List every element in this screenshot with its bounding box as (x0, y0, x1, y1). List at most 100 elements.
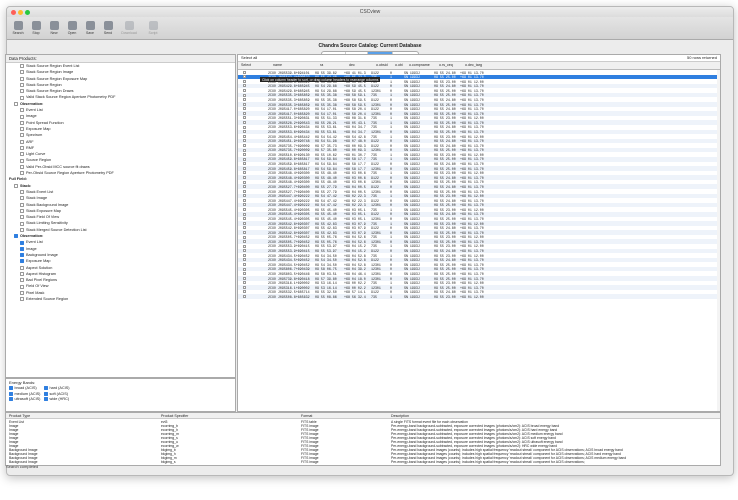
tree-checkbox[interactable] (20, 271, 24, 276)
row-select-checkbox[interactable] (243, 235, 246, 239)
energy-band-item[interactable]: broad (ACIS) (9, 386, 44, 390)
close-window-button[interactable] (11, 9, 16, 15)
row-select-checkbox[interactable] (243, 153, 246, 157)
row-select-checkbox[interactable] (243, 148, 246, 152)
tree-checkbox[interactable] (20, 95, 24, 100)
row-select-checkbox[interactable] (243, 75, 246, 79)
column-header-o-obsid[interactable]: o.obsid (376, 63, 388, 67)
tree-checkbox[interactable] (20, 240, 24, 245)
tree-checkbox[interactable] (20, 164, 24, 169)
row-select-checkbox[interactable] (243, 175, 246, 179)
tree-checkbox[interactable] (20, 158, 24, 163)
energy-band-item[interactable]: hard (ACIS) (44, 386, 79, 390)
tree-checkbox[interactable] (20, 227, 24, 232)
energy-band-item[interactable]: soft (ACIS) (44, 391, 79, 396)
tree-checkbox[interactable] (14, 101, 18, 106)
row-select-checkbox[interactable] (243, 290, 246, 294)
products-column-header[interactable]: Description (391, 414, 409, 418)
energy-band-checkbox[interactable] (9, 391, 13, 396)
row-select-checkbox[interactable] (243, 139, 246, 143)
zoom-window-button[interactable] (25, 9, 30, 15)
row-select-checkbox[interactable] (243, 249, 246, 253)
tree-checkbox[interactable] (20, 108, 24, 113)
row-select-checkbox[interactable] (243, 198, 246, 202)
energy-band-item[interactable]: ultrasoft (ACIS) (9, 397, 44, 401)
row-select-checkbox[interactable] (243, 262, 246, 266)
stop-button[interactable]: Stop (28, 17, 44, 39)
row-select-checkbox[interactable] (243, 230, 246, 234)
tree-checkbox[interactable] (14, 234, 18, 239)
row-select-checkbox[interactable] (243, 130, 246, 134)
row-select-checkbox[interactable] (243, 111, 246, 115)
tree-checkbox[interactable] (20, 202, 24, 207)
tree-checkbox[interactable] (20, 127, 24, 132)
results-column-header[interactable]: Select name ra dec o.obsid o.obi o.compname o.r… (238, 62, 720, 70)
row-select-checkbox[interactable] (243, 134, 246, 138)
minimize-window-button[interactable] (18, 9, 23, 15)
energy-band-checkbox[interactable] (9, 386, 13, 390)
tree-checkbox[interactable] (20, 196, 24, 201)
new-button[interactable]: New (46, 17, 62, 39)
tree-checkbox[interactable] (20, 83, 24, 88)
data-products-tree[interactable]: Stack Source Region Event List Stack Sour… (6, 63, 235, 302)
row-select-checkbox[interactable] (243, 267, 246, 271)
tree-checkbox[interactable] (20, 290, 24, 295)
row-select-checkbox[interactable] (243, 208, 246, 212)
energy-band-checkbox[interactable] (9, 397, 13, 401)
row-select-checkbox[interactable] (243, 89, 246, 92)
row-select-checkbox[interactable] (243, 121, 246, 125)
row-select-checkbox[interactable] (243, 143, 246, 147)
row-select-checkbox[interactable] (243, 102, 246, 106)
row-select-checkbox[interactable] (243, 217, 246, 221)
table-row[interactable]: 2CXO J095508.8+685632 09 55 08.86 +68 56 3… (238, 294, 720, 299)
tree-checkbox[interactable] (20, 259, 24, 264)
tree-checkbox[interactable] (20, 70, 24, 75)
results-scrollbar[interactable] (717, 70, 720, 411)
download-button[interactable]: Download (118, 17, 140, 39)
column-header-dec[interactable]: dec (349, 63, 355, 67)
row-select-checkbox[interactable] (243, 84, 246, 88)
send-button[interactable]: Send (100, 17, 116, 39)
row-select-checkbox[interactable] (243, 194, 246, 198)
tree-checkbox[interactable] (20, 284, 24, 289)
tree-checkbox[interactable] (20, 253, 24, 258)
row-select-checkbox[interactable] (243, 272, 246, 276)
tree-checkbox[interactable] (20, 146, 24, 151)
tree-checkbox[interactable] (20, 114, 24, 119)
row-select-checkbox[interactable] (243, 285, 246, 289)
tree-item[interactable]: Extended Source Region (6, 296, 235, 302)
products-table-row[interactable]: Background Image bkgimg_s FITS image Per-en… (6, 460, 720, 464)
energy-band-item[interactable]: medium (ACIS) (9, 391, 44, 396)
tree-checkbox[interactable] (14, 183, 18, 188)
tree-checkbox[interactable] (20, 152, 24, 157)
tree-checkbox[interactable] (20, 297, 24, 302)
open-button[interactable]: Open (64, 17, 80, 39)
tree-checkbox[interactable] (20, 64, 24, 69)
row-select-checkbox[interactable] (243, 258, 246, 262)
row-select-checkbox[interactable] (243, 203, 246, 207)
column-header-name[interactable]: name (273, 63, 282, 67)
column-header-ra[interactable]: ra (320, 63, 323, 67)
search-button[interactable]: Search (10, 17, 26, 39)
script-button[interactable]: Script (142, 17, 164, 39)
row-select-checkbox[interactable] (243, 253, 246, 257)
energy-band-item[interactable]: wide (HRC) (44, 397, 79, 401)
energy-band-checkbox[interactable] (44, 397, 48, 401)
column-header-o-compname[interactable]: o.compname (409, 63, 430, 67)
tree-checkbox[interactable] (20, 246, 24, 251)
tree-checkbox[interactable] (20, 76, 24, 81)
tree-checkbox[interactable] (20, 171, 24, 176)
row-select-checkbox[interactable] (243, 185, 246, 189)
column-header-Select[interactable]: Select (241, 63, 251, 67)
row-select-checkbox[interactable] (243, 116, 246, 120)
tree-checkbox[interactable] (20, 139, 24, 144)
row-select-checkbox[interactable] (243, 171, 246, 175)
tree-checkbox[interactable] (20, 190, 24, 195)
energy-band-checkbox[interactable] (44, 391, 48, 396)
row-select-checkbox[interactable] (243, 276, 246, 280)
tree-checkbox[interactable] (20, 209, 24, 214)
column-header-o-dec_targ[interactable]: o.dec_targ (465, 63, 482, 67)
row-select-checkbox[interactable] (243, 212, 246, 216)
row-select-checkbox[interactable] (243, 240, 246, 244)
row-select-checkbox[interactable] (243, 166, 246, 170)
